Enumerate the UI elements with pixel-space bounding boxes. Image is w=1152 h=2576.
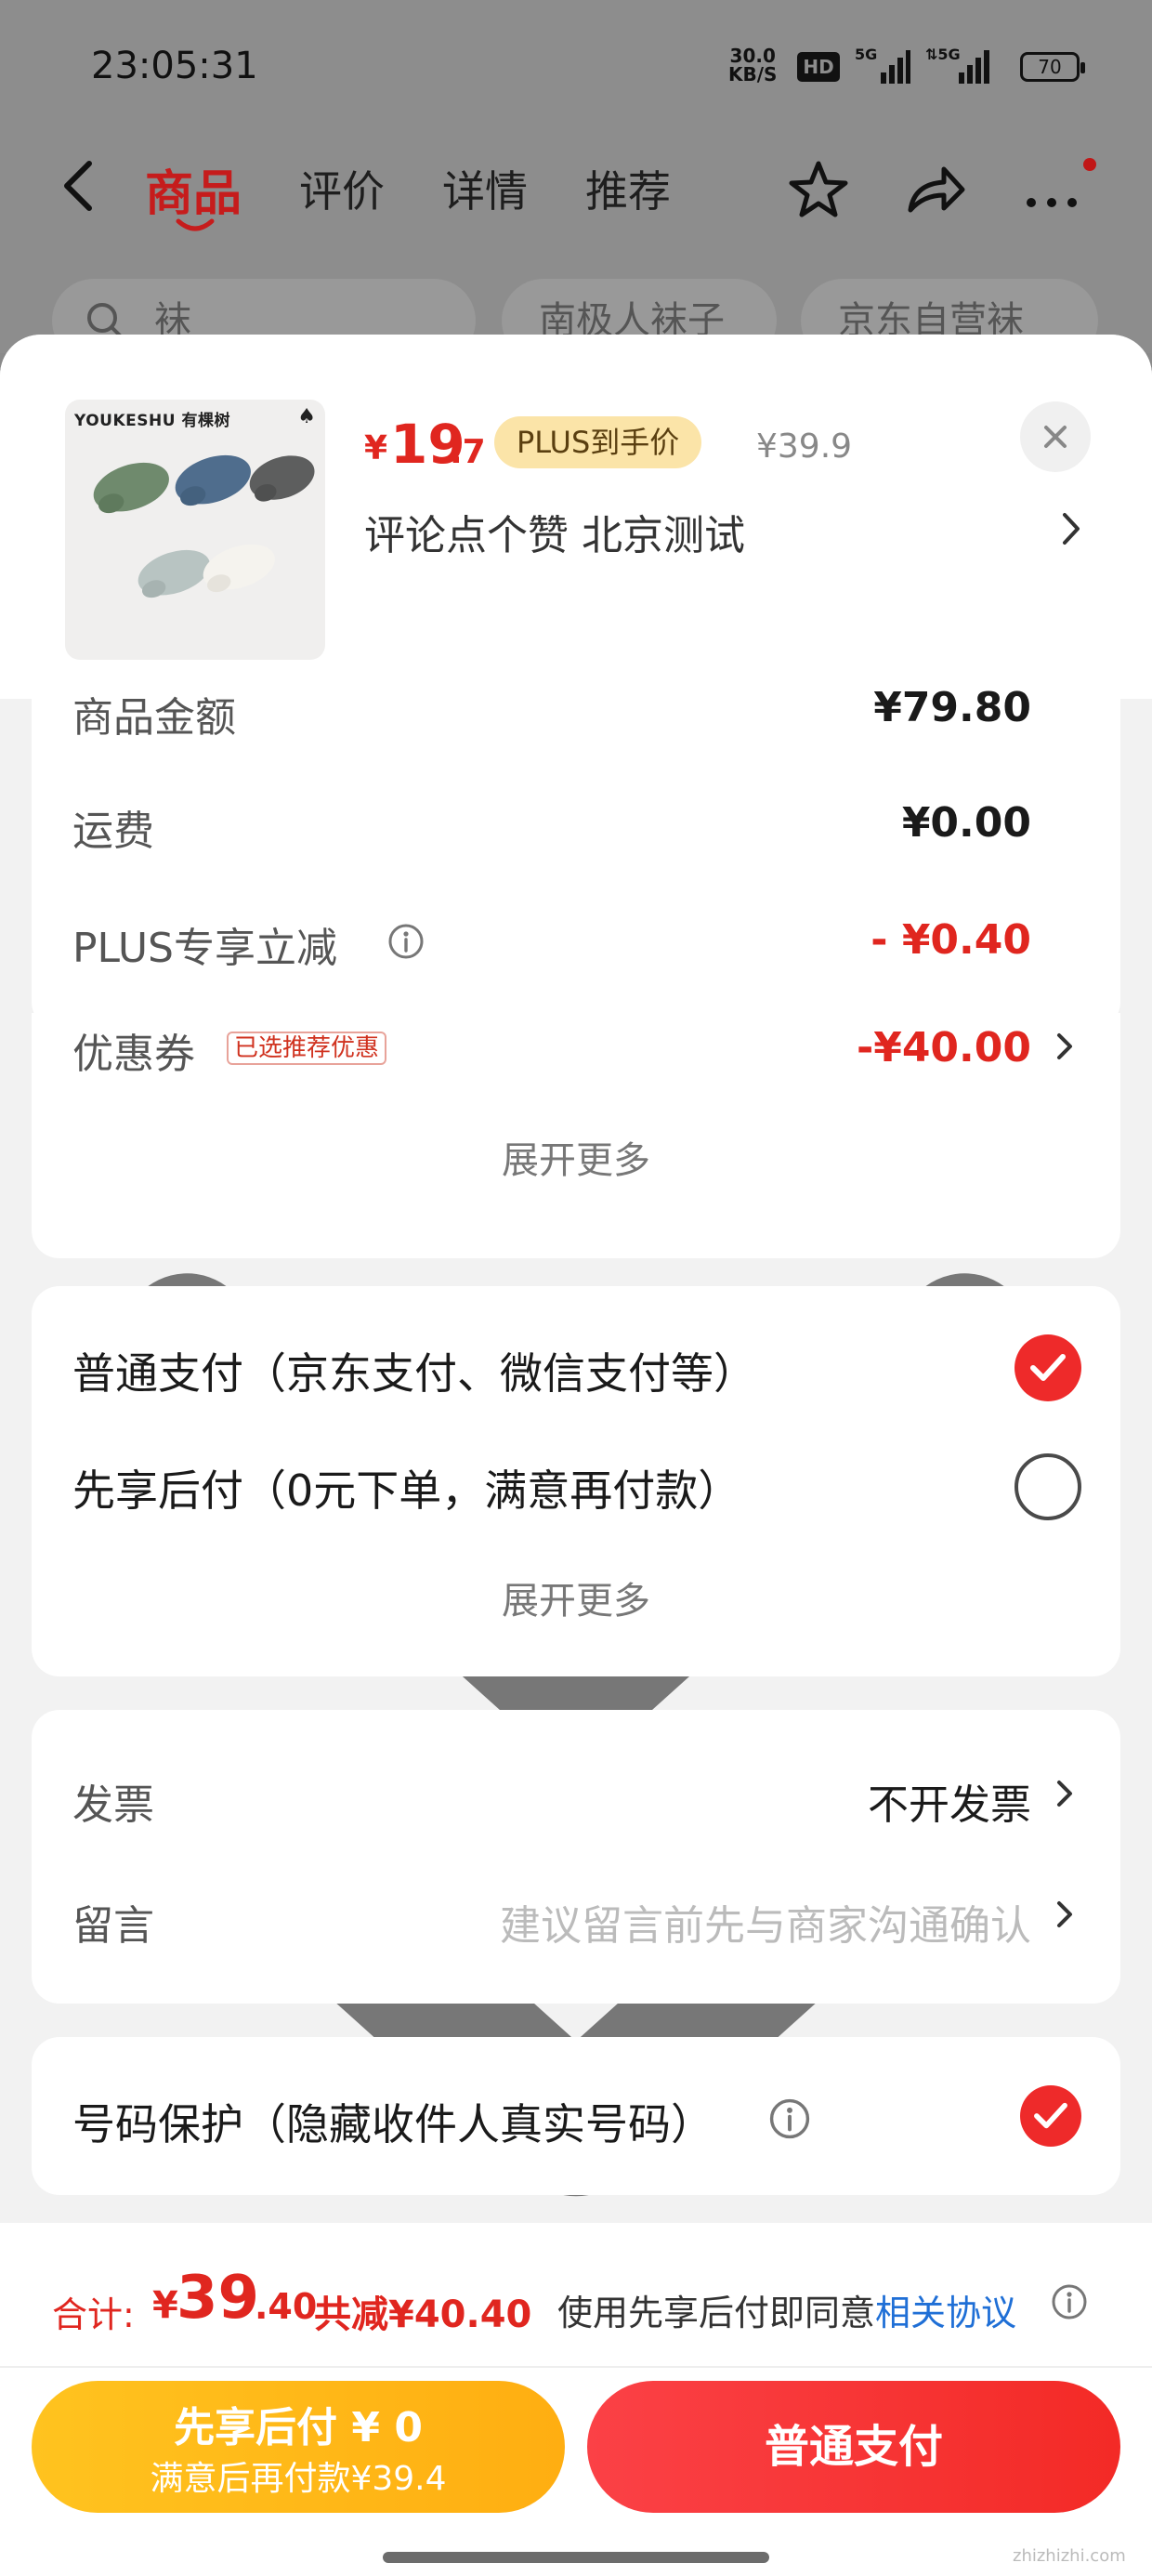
summary-label-goods: 商品金额 (72, 694, 236, 742)
total-decimal: .40 (255, 2286, 318, 2327)
chevron-right-icon[interactable] (1057, 507, 1085, 550)
invoice-value[interactable]: 不开发票 (868, 1771, 1031, 1831)
invoice-label: 发票 (72, 1781, 154, 1829)
hd-icon: HD (797, 52, 840, 82)
coupon-card: 优惠券 已选推荐优惠 -¥40.00 展开更多 (32, 1013, 1120, 1756)
socks-image (93, 454, 315, 598)
star-icon[interactable] (786, 158, 851, 223)
message-label: 留言 (72, 1902, 154, 1950)
tab-details[interactable]: 详情 (442, 158, 528, 219)
radio-unselected[interactable] (1015, 1453, 1081, 1520)
radio-selected[interactable] (1015, 1334, 1081, 1401)
signal-5g-2-icon: ⇅5G (925, 46, 989, 84)
summary-label-coupon: 优惠券 (72, 1031, 195, 1078)
tab-recommend[interactable]: 推荐 (585, 158, 671, 219)
bnpl-button[interactable]: 先享后付 ¥ 0 满意后再付款¥39.4 (32, 2381, 565, 2513)
normal-pay-button[interactable]: 普通支付 (587, 2381, 1120, 2513)
summary-value-plus: - ¥0.40 (871, 916, 1031, 964)
plus-price-badge: PLUS到手价 (494, 416, 702, 468)
total-symbol: ¥ (152, 2284, 178, 2327)
svg-text:⇅5G: ⇅5G (925, 46, 961, 63)
notification-dot (1083, 158, 1096, 171)
summary-value-shipping: ¥0.00 (901, 799, 1031, 847)
info-icon[interactable] (767, 2096, 812, 2141)
total-integer: 39 (177, 2264, 260, 2333)
checkmark-icon (1034, 2102, 1067, 2129)
product-thumbnail: YOUKESHU 有棵树 ♠ (65, 400, 325, 660)
bnpl-button-subtitle: 满意后再付款¥39.4 (150, 2460, 447, 2498)
signal-5g-icon: 5G (855, 46, 910, 84)
divider (0, 2366, 1152, 2368)
net-speed-value: 30.0 (729, 45, 776, 67)
payment-method-card: 普通支付（京东支付、微信支付等） 先享后付（0元下单，满意再付款） 展开更多 (32, 1286, 1120, 2197)
bnpl-button-title: 先享后付 ¥ 0 (174, 2404, 423, 2451)
summary-value-goods: ¥79.80 (873, 684, 1031, 731)
checkout-footer: 合计: ¥ 39 .40 共减¥40.40 使用先享后付即同意相关协议 先享后付… (0, 2223, 1152, 2576)
status-bar: 23:05:31 30.0 KB/S HD 5G ⇅5G 70 (0, 37, 1152, 102)
watermark: zhizhizhi.com (1013, 2546, 1126, 2566)
close-button[interactable] (1020, 401, 1091, 472)
net-speed: 30.0 KB/S (728, 46, 777, 84)
total-label: 合计: (52, 2294, 135, 2335)
chevron-right-icon[interactable] (1054, 1028, 1076, 1065)
expand-more-label: 展开更多 (502, 1139, 650, 1182)
number-protection-card: 号码保护（隐藏收件人真实号码） (32, 2037, 1120, 2195)
price-symbol: ¥ (364, 429, 388, 467)
checkmark-icon (1030, 1354, 1066, 1381)
chevron-right-icon[interactable] (1054, 1896, 1076, 1933)
back-arrow-icon[interactable] (56, 158, 102, 214)
info-icon[interactable] (386, 922, 425, 961)
close-icon (1044, 426, 1067, 448)
product-header: YOUKESHU 有棵树 ♠ ¥ 19 .7 PLUS到手价 ¥39.9 评论点… (0, 335, 1152, 699)
battery-icon: 70 (1020, 52, 1085, 82)
agreement-prefix: 使用先享后付即同意 (557, 2293, 876, 2333)
summary-value-coupon[interactable]: -¥40.00 (857, 1024, 1031, 1071)
tab-reviews[interactable]: 评价 (299, 158, 385, 219)
message-input[interactable]: 建议留言前先与商家沟通确认 (500, 1892, 1031, 1952)
expand-more-label: 展开更多 (502, 1580, 650, 1623)
home-indicator[interactable] (383, 2552, 769, 2563)
background-page: 23:05:31 30.0 KB/S HD 5G ⇅5G 70 商品 评价 详情… (0, 0, 1152, 362)
summary-label-shipping: 运费 (72, 808, 154, 855)
net-speed-unit: KB/S (728, 63, 778, 85)
brand-logo-icon: ♠ (297, 405, 316, 428)
invoice-message-card: 发票 不开发票 留言 建议留言前先与商家沟通确认 (32, 1710, 1120, 2004)
payment-option-normal[interactable]: 普通支付（京东支付、微信支付等） (72, 1340, 756, 1401)
price-summary-card: 商品金额 ¥79.80 运费 ¥0.00 PLUS专享立减 - ¥0.40 (32, 678, 1120, 1030)
share-icon[interactable] (903, 158, 968, 223)
tab-active-indicator (176, 218, 215, 231)
more-icon[interactable] (1020, 158, 1085, 223)
status-time: 23:05:31 (91, 45, 258, 87)
total-saved: 共减¥40.40 (314, 2293, 532, 2336)
original-price: ¥39.9 (756, 427, 853, 466)
top-nav: 商品 评价 详情 推荐 (0, 139, 1152, 232)
product-brand: YOUKESHU 有棵树 (74, 412, 230, 430)
number-protection-toggle[interactable] (1020, 2085, 1081, 2147)
selected-spec[interactable]: 评论点个赞 北京测试 (364, 502, 745, 561)
number-protection-label: 号码保护（隐藏收件人真实号码） (72, 2099, 713, 2149)
svg-text:5G: 5G (855, 46, 877, 63)
price-decimal: .7 (450, 433, 486, 471)
summary-label-plus: PLUS专享立减 (72, 925, 337, 972)
chevron-right-icon[interactable] (1054, 1775, 1076, 1812)
coupon-tag: 已选推荐优惠 (227, 1032, 387, 1065)
info-icon[interactable] (1050, 2282, 1089, 2321)
agreement-text: 使用先享后付即同意相关协议 (557, 2284, 1016, 2335)
agreement-link[interactable]: 相关协议 (875, 2293, 1016, 2333)
payment-option-bnpl[interactable]: 先享后付（0元下单，满意再付款） (72, 1457, 740, 1518)
tab-product[interactable]: 商品 (145, 154, 242, 224)
